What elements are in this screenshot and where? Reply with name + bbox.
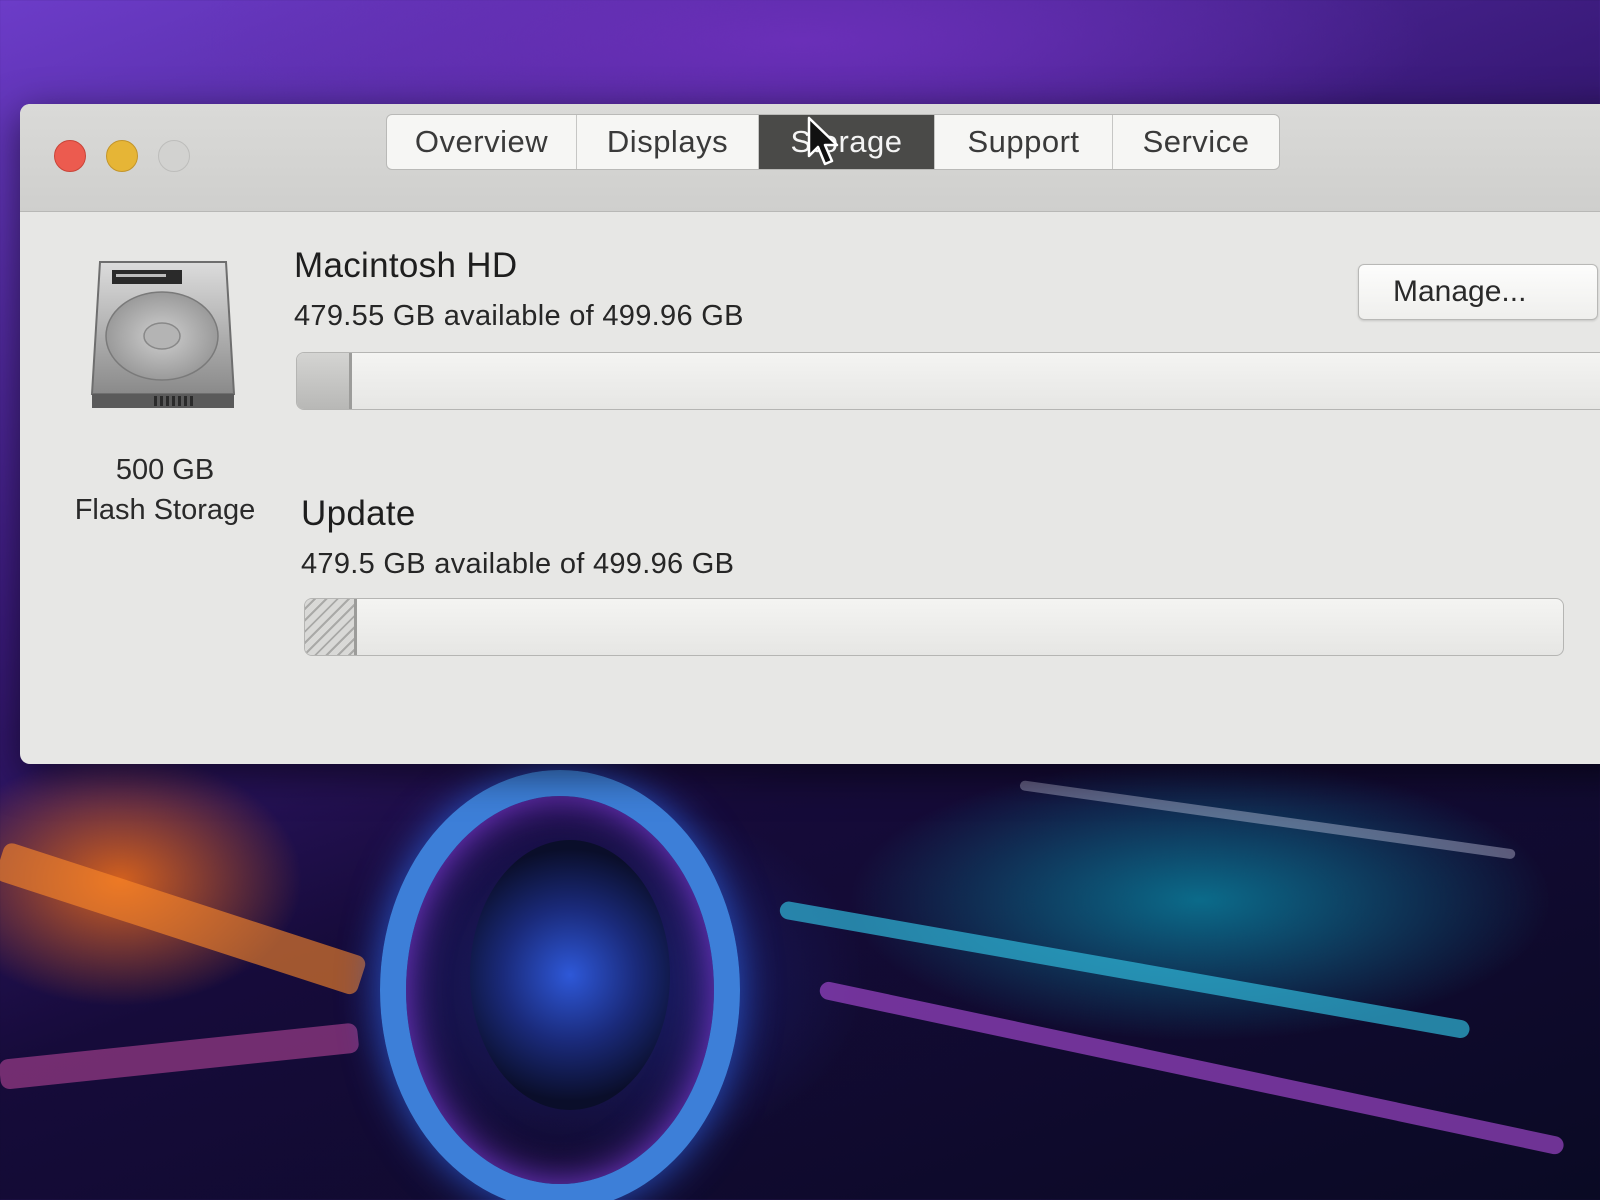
- storage-used-fill: [297, 353, 353, 409]
- tab-displays[interactable]: Displays: [577, 115, 759, 169]
- volume-macintosh-hd: Macintosh HD 479.55 GB available of 499.…: [294, 246, 744, 333]
- wallpaper-streak: [818, 980, 1566, 1156]
- drive-capacity: 500 GB: [115, 454, 215, 486]
- tab-support[interactable]: Support: [935, 115, 1113, 169]
- wallpaper-streak: [0, 1022, 360, 1090]
- zoom-button[interactable]: [158, 140, 190, 172]
- wallpaper-streak: [778, 900, 1471, 1040]
- storage-used-fill: [305, 599, 357, 655]
- volume-available: 479.5 GB available of 499.96 GB: [301, 548, 735, 580]
- hard-drive-icon: [90, 254, 236, 414]
- storage-bar-update[interactable]: [304, 598, 1564, 656]
- storage-bar-macintosh-hd[interactable]: [296, 352, 1600, 410]
- close-button[interactable]: [54, 140, 86, 172]
- minimize-button[interactable]: [106, 140, 138, 172]
- volume-name: Update: [301, 494, 416, 533]
- volume-update: Update 479.5 GB available of 499.96 GB: [301, 494, 734, 581]
- mouse-pointer-icon: [807, 116, 839, 166]
- drive-caption: 500 GB Flash Storage: [60, 450, 270, 530]
- about-this-mac-window: Overview Displays Storage Support Servic…: [20, 104, 1600, 764]
- manage-button[interactable]: Manage...: [1358, 264, 1598, 320]
- drive-type: Flash Storage: [74, 494, 256, 526]
- tab-service[interactable]: Service: [1113, 115, 1279, 169]
- tab-overview[interactable]: Overview: [387, 115, 577, 169]
- tab-storage[interactable]: Storage: [759, 115, 935, 169]
- volume-name: Macintosh HD: [294, 246, 518, 285]
- wallpaper-streak: [1019, 780, 1516, 860]
- wallpaper-wheel-hub: [470, 840, 670, 1110]
- wallpaper-streak: [0, 840, 368, 997]
- volume-available: 479.55 GB available of 499.96 GB: [294, 300, 744, 332]
